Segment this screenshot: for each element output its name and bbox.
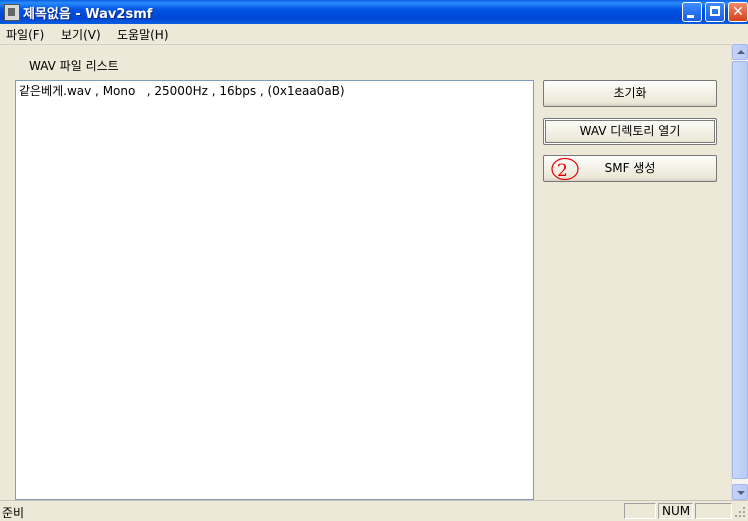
step-2-annotation: 2 [551,157,579,181]
minimize-icon [687,15,694,18]
scroll-down-button[interactable] [732,484,748,500]
status-pane-scroll [695,503,732,519]
reset-button[interactable]: 초기화 [543,80,717,107]
close-button[interactable]: ✕ [728,2,748,22]
vertical-scrollbar[interactable] [731,44,748,500]
scroll-up-icon [737,50,745,54]
resize-grip-icon[interactable] [733,505,747,519]
maximize-icon [710,6,720,16]
menu-file[interactable]: 파일(F) [6,26,44,43]
scroll-thumb[interactable] [732,61,748,479]
wav-list-label: WAV 파일 리스트 [29,59,119,73]
close-icon: ✕ [732,4,744,20]
scroll-up-button[interactable] [732,44,748,60]
annotation-number: 2 [557,161,568,181]
menu-view[interactable]: 보기(V) [61,26,101,43]
list-item[interactable]: 같은베게.wav , Mono , 25000Hz , 16bps , (0x1… [19,82,345,99]
maximize-button[interactable] [705,2,725,22]
status-bar: 준비 NUM [0,500,748,521]
title-bar[interactable]: 제목없음 - Wav2smf ✕ [0,0,748,24]
menu-bar: 파일(F) 보기(V) 도움말(H) [0,24,748,45]
status-text: 준비 [2,506,25,520]
status-pane-caps [624,503,656,519]
scroll-down-icon [737,491,745,495]
window-title: 제목없음 - Wav2smf [23,7,153,22]
open-wav-directory-button[interactable]: WAV 디렉토리 열기 [543,118,717,145]
wav-file-list[interactable]: 같은베게.wav , Mono , 25000Hz , 16bps , (0x1… [15,80,534,500]
menu-help[interactable]: 도움말(H) [117,26,169,43]
minimize-button[interactable] [682,2,702,22]
app-icon[interactable] [4,4,20,21]
status-pane-num: NUM [658,503,693,519]
